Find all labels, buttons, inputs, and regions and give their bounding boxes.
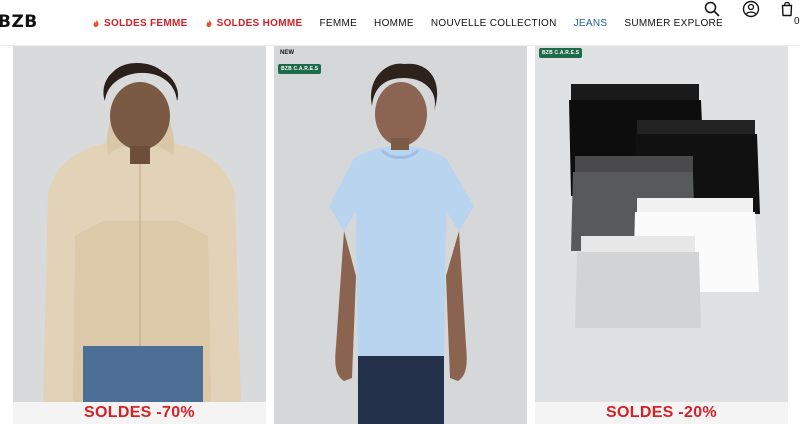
cart-count: 0	[794, 16, 800, 27]
flame-icon	[206, 19, 212, 27]
product-image-tshirt	[274, 46, 527, 424]
promo-banner: SOLDES -70%	[13, 402, 266, 424]
product-card[interactable]: BZB C.A.R.E.S SOLDES -20%	[535, 46, 788, 424]
nav-summer-explore[interactable]: SUMMER EXPLORE	[624, 18, 723, 29]
nav-nouvelle-collection[interactable]: NOUVELLE COLLECTION	[431, 18, 557, 29]
product-card[interactable]: NEW BZB C.A.R.E.S	[274, 46, 527, 424]
nav-homme[interactable]: HOMME	[374, 18, 414, 29]
brand-logo[interactable]: BZB	[0, 12, 38, 32]
nav-label: SOLDES HOMME	[216, 17, 303, 29]
product-image-boxers	[535, 46, 788, 402]
nav-femme[interactable]: FEMME	[319, 18, 357, 29]
nav-soldes-homme[interactable]: SOLDES HOMME	[205, 18, 303, 29]
product-image-jacket	[13, 46, 266, 402]
nav-label: SOLDES FEMME	[104, 17, 188, 29]
site-header: BZB SOLDES FEMME SOLDES HOMME FEMME HOMM…	[0, 0, 800, 46]
cares-badge: BZB C.A.R.E.S	[539, 48, 583, 58]
cares-badge: BZB C.A.R.E.S	[278, 64, 322, 74]
promo-banner: SOLDES -20%	[535, 402, 788, 424]
product-card[interactable]: SOLDES -70%	[13, 46, 266, 424]
search-icon[interactable]	[703, 0, 721, 18]
new-label: NEW	[280, 50, 294, 56]
flame-icon	[93, 19, 99, 27]
nav-jeans[interactable]: JEANS	[574, 18, 608, 29]
account-icon[interactable]	[742, 0, 760, 18]
main-nav: SOLDES FEMME SOLDES HOMME FEMME HOMME NO…	[92, 16, 740, 30]
nav-soldes-femme[interactable]: SOLDES FEMME	[92, 18, 188, 29]
